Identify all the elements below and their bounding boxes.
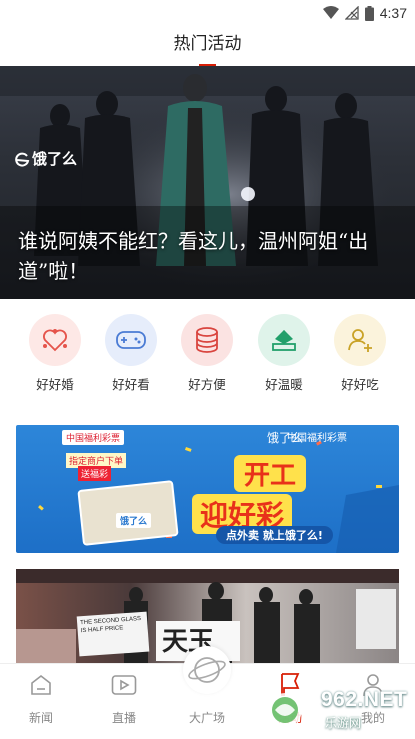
category-label: 好好看 xyxy=(112,377,150,392)
category-label: 好方便 xyxy=(188,377,226,392)
category-circle xyxy=(105,314,157,366)
hero-logo: 饿了么 xyxy=(14,148,77,169)
status-time: 4:37 xyxy=(379,5,407,21)
watermark-subtext: 乐游网 xyxy=(325,716,362,730)
gamepad-icon xyxy=(116,331,146,349)
nav-live[interactable]: 直播 xyxy=(94,672,154,726)
heart-network-icon xyxy=(43,329,67,352)
promo-banner[interactable]: 中国福利彩票 指定商户下单 送福彩 饿了么 饿了么 中国福利彩票 开工 迎好彩 … xyxy=(16,425,399,553)
banner-headline: 开工 迎好彩 xyxy=(192,455,362,534)
category-circle xyxy=(334,314,386,366)
wifi-icon xyxy=(322,6,339,19)
category-label: 好温暖 xyxy=(265,377,303,392)
category-label: 好好婚 xyxy=(36,377,74,392)
category-row: 好好婚 好好看 好方便 好温暖 好好吃 xyxy=(0,314,415,404)
hero-article[interactable]: 饿了么 谁说阿姨不能红？看这儿，温州阿姐“出道”啦！ xyxy=(0,66,415,299)
hero-caption: 谁说阿姨不能红？看这儿，温州阿姐“出道”啦！ xyxy=(18,229,369,283)
category-circle xyxy=(258,314,310,366)
category-circle xyxy=(181,314,233,366)
eleme-logo-icon xyxy=(15,152,30,167)
watermark-logo-icon xyxy=(268,693,302,727)
hero-logo-text: 饿了么 xyxy=(32,150,78,168)
video-icon xyxy=(111,675,137,695)
category-haofangbian[interactable]: 好方便 xyxy=(169,314,245,393)
user-add-icon xyxy=(348,329,372,352)
banner-tag-3: 送福彩 xyxy=(78,466,112,481)
watermark: 962.NET 乐游网 xyxy=(259,688,409,732)
category-haohaokan[interactable]: 好好看 xyxy=(93,314,169,393)
status-bar: 4:37 xyxy=(0,0,415,26)
database-icon xyxy=(196,327,218,353)
no-signal-icon xyxy=(344,6,359,20)
banner-subline: 点外卖 就上饿了么! xyxy=(216,526,333,544)
battery-icon xyxy=(364,5,374,21)
nav-plaza[interactable]: 大广场 xyxy=(177,672,237,726)
nav-label: 大广场 xyxy=(188,711,225,725)
nav-news[interactable]: 新闻 xyxy=(11,672,71,726)
category-label: 好好吃 xyxy=(341,377,379,392)
category-haohaochi[interactable]: 好好吃 xyxy=(322,314,398,393)
page-title: 热门活动 xyxy=(173,34,242,54)
category-circle xyxy=(29,314,81,366)
banner-box-logo: 饿了么 xyxy=(116,513,152,528)
nav-label: 直播 xyxy=(111,711,136,725)
watermark-text: 962.NET xyxy=(321,688,408,711)
banner-headline-1: 开工 xyxy=(234,455,307,492)
category-haohaohun[interactable]: 好好婚 xyxy=(17,314,93,393)
banner-partner: 中国福利彩票 xyxy=(287,433,347,444)
tray-icon xyxy=(272,330,296,351)
category-haowennuan[interactable]: 好温暖 xyxy=(246,314,322,393)
banner-tag: 中国福利彩票 xyxy=(62,430,125,445)
nav-label: 新闻 xyxy=(28,711,53,725)
store-sign-1: THE SECOND GLASS IS HALF PRICE xyxy=(76,611,150,657)
status-icons: 4:37 xyxy=(322,4,407,22)
house-icon xyxy=(31,674,51,695)
header: 热门活动 xyxy=(0,26,415,67)
